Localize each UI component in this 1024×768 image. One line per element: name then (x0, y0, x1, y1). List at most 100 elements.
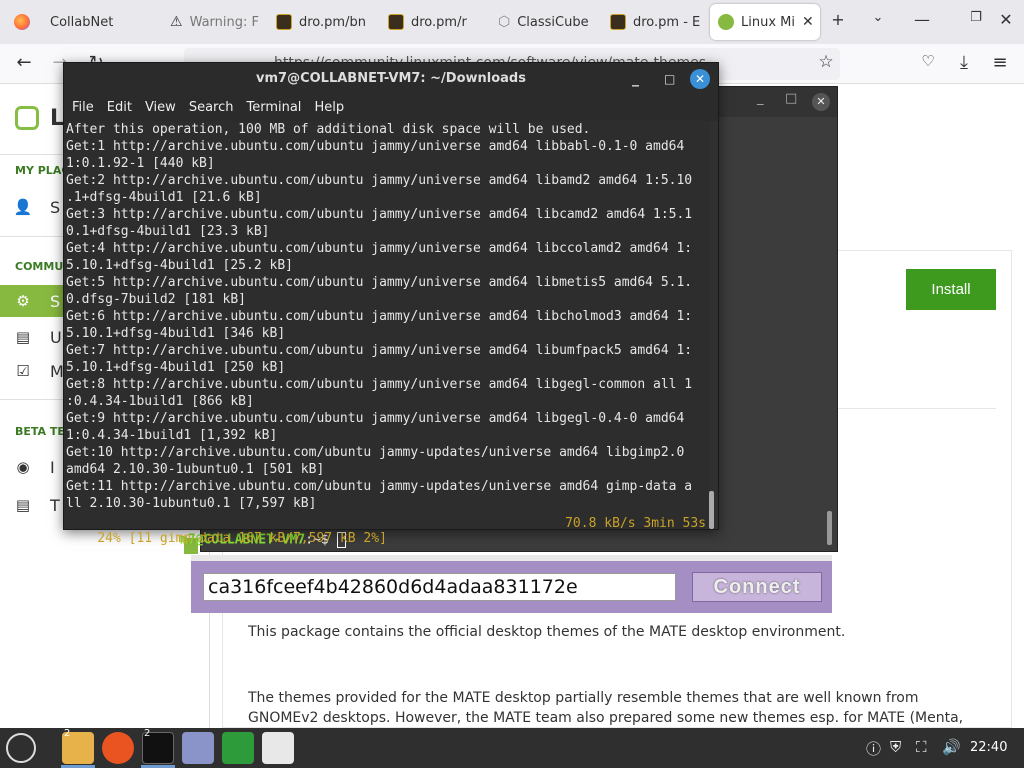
menu-view[interactable]: View (145, 95, 189, 121)
connect-bar: Connect (191, 561, 832, 613)
close-icon[interactable]: ✕ (802, 14, 814, 30)
terminal-favicon (388, 14, 404, 30)
terminal-line: 5.10.1+dfsg-4build1 [346 kB] (66, 326, 286, 341)
sidebar-item-label: I (50, 457, 55, 477)
volume-icon[interactable]: 🔊 (942, 738, 961, 756)
hamburger-menu-icon[interactable]: ≡ (988, 52, 1012, 73)
terminal-line: Get:9 http://archive.ubuntu.com/ubuntu j… (66, 411, 685, 426)
clock[interactable]: 22:40 (970, 740, 1007, 755)
tab-warning[interactable]: ⚠ Warning: F (162, 4, 262, 40)
tab-label: Linux Mi (741, 14, 795, 30)
terminal-line: amd64 2.10.30-1ubuntu0.1 [501 kB] (66, 462, 325, 477)
scrollbar-thumb[interactable] (827, 511, 832, 545)
scrollbar-thumb[interactable] (709, 491, 714, 529)
terminal-line: .1+dfsg-4build1 [21.6 kB] (66, 190, 262, 205)
menu-terminal[interactable]: Terminal (246, 95, 314, 121)
mint-icon (718, 14, 734, 30)
terminal-output[interactable]: After this operation, 100 MB of addition… (64, 121, 710, 529)
tab-dro-e[interactable]: dro.pm - E (602, 4, 706, 40)
progress-status: 24% [11 gimp-data 167 kB/7,597 kB 2%] (97, 531, 387, 546)
sidebar-item-label: U (50, 327, 62, 347)
mint-menu-icon[interactable] (6, 733, 36, 763)
minimize-icon[interactable]: _ (757, 91, 764, 106)
terminal-line: Get:10 http://archive.ubuntu.com/ubuntu … (66, 445, 685, 460)
menu-edit[interactable]: Edit (107, 95, 145, 121)
package-description: This package contains the official deskt… (248, 624, 846, 640)
close-icon[interactable]: ✕ (812, 93, 830, 111)
warning-icon: ⚠ (170, 14, 183, 30)
maximize-icon[interactable]: □ (785, 91, 797, 106)
session-id-input[interactable] (203, 573, 676, 601)
bookmark-star-icon[interactable]: ☆ (814, 52, 838, 72)
notification-icon[interactable]: ⓘ (866, 738, 881, 759)
terminal-line: Get:11 http://archive.ubuntu.com/ubuntu … (66, 479, 693, 494)
back-arrow-icon[interactable]: ← (12, 52, 36, 73)
terminal-line: Get:7 http://archive.ubuntu.com/ubuntu j… (66, 343, 693, 358)
tab-label: dro.pm - E (633, 14, 701, 30)
sidebar-item-label: S (50, 197, 61, 217)
sidebar-item-label: M (50, 361, 64, 381)
terminal-line: 5.10.1+dfsg-4build1 [25.2 kB] (66, 258, 293, 273)
terminal-line: 0.dfsg-7build2 [181 kB] (66, 292, 247, 307)
terminal-titlebar[interactable]: vm7@COLLABNET-VM7: ~/Downloads _ □ ✕ (64, 63, 718, 95)
minimize-icon[interactable]: _ (632, 63, 639, 95)
terminal-favicon (276, 14, 292, 30)
terminal-window[interactable]: vm7@COLLABNET-VM7: ~/Downloads _ □ ✕ Fil… (63, 62, 719, 546)
sidebar-item-label: S (50, 291, 61, 311)
terminal-line: 0.1+dfsg-4build1 [23.3 kB] (66, 224, 270, 239)
sidebar-item-label: T (50, 495, 60, 515)
progress-speed: 70.8 kB/s 3min 53s (565, 516, 706, 531)
terminal-line: Get:8 http://archive.ubuntu.com/ubuntu j… (66, 377, 693, 392)
classicube-icon[interactable] (262, 732, 294, 764)
tab-dro-bn[interactable]: dro.pm/bn (268, 4, 372, 40)
cube-icon: ⬡ (498, 14, 511, 30)
id-card-icon: ▤ (15, 328, 31, 346)
tab-label: dro.pm/bn (299, 14, 366, 30)
maximize-icon[interactable]: □ (664, 63, 675, 95)
terminal-line: 1:0.4.34-1build1 [1,392 kB] (66, 428, 278, 443)
tab-label: dro.pm/r (411, 14, 467, 30)
disc-icon: ◉ (16, 458, 30, 476)
gears-icon: ⚙ (16, 292, 30, 310)
terminal-line: After this operation, 100 MB of addition… (66, 122, 591, 137)
terminal-line: Get:2 http://archive.ubuntu.com/ubuntu j… (66, 173, 693, 188)
terminal-line: 5.10.1+dfsg-4build1 [250 kB] (66, 360, 286, 375)
connect-button[interactable]: Connect (692, 572, 822, 602)
apt-progress-line: 24% [11 gimp-data 167 kB/7,597 kB 2%] 70… (66, 516, 706, 546)
menu-search[interactable]: Search (189, 95, 247, 121)
person-icon: 👤 (13, 198, 33, 216)
new-tab-icon[interactable]: + (826, 10, 850, 29)
window-close-icon[interactable]: ✕ (994, 10, 1018, 29)
terminal-line: Get:5 http://archive.ubuntu.com/ubuntu j… (66, 275, 693, 290)
shield-icon[interactable]: ⛨ (890, 738, 901, 756)
update-shield-icon[interactable] (222, 732, 254, 764)
tab-linux-mint[interactable]: Linux Mi ✕ (710, 4, 820, 40)
maximize-icon[interactable]: ❐ (964, 10, 988, 25)
window-count-badge: 2 (64, 728, 71, 739)
window-count-badge: 2 (144, 728, 151, 739)
menu-file[interactable]: File (72, 95, 107, 121)
text-editor-icon[interactable] (182, 732, 214, 764)
terminal-title: vm7@COLLABNET-VM7: ~/Downloads (256, 71, 526, 86)
menu-help[interactable]: Help (314, 95, 357, 121)
firefox-menu-icon[interactable] (6, 4, 30, 40)
chevron-down-icon[interactable]: ⌄ (866, 10, 890, 25)
firefox-icon[interactable] (102, 732, 134, 764)
tab-collabnet[interactable]: CollabNet (42, 4, 154, 40)
tab-dro-r[interactable]: dro.pm/r (380, 4, 484, 40)
download-icon[interactable]: ⤓ (952, 52, 976, 73)
check-icon: ☑ (16, 362, 30, 380)
tab-classicube[interactable]: ⬡ ClassiCube (490, 4, 596, 40)
mint-logo-icon[interactable] (15, 106, 39, 130)
terminal-line: 1:0.1.92-1 [440 kB] (66, 156, 215, 171)
tab-label: Warning: F (189, 14, 259, 30)
network-icon[interactable]: ⛶ (916, 738, 927, 756)
minimize-icon[interactable]: — (910, 10, 934, 29)
tab-label: CollabNet (50, 14, 114, 30)
close-icon[interactable]: ✕ (690, 69, 710, 89)
terminal-line: Get:6 http://archive.ubuntu.com/ubuntu j… (66, 309, 693, 324)
terminal-line: Get:1 http://archive.ubuntu.com/ubuntu j… (66, 139, 685, 154)
pocket-icon[interactable]: ♡ (916, 52, 940, 70)
browser-tab-bar: CollabNet ⚠ Warning: F dro.pm/bn dro.pm/… (0, 0, 1024, 44)
install-button[interactable]: Install (906, 269, 996, 310)
